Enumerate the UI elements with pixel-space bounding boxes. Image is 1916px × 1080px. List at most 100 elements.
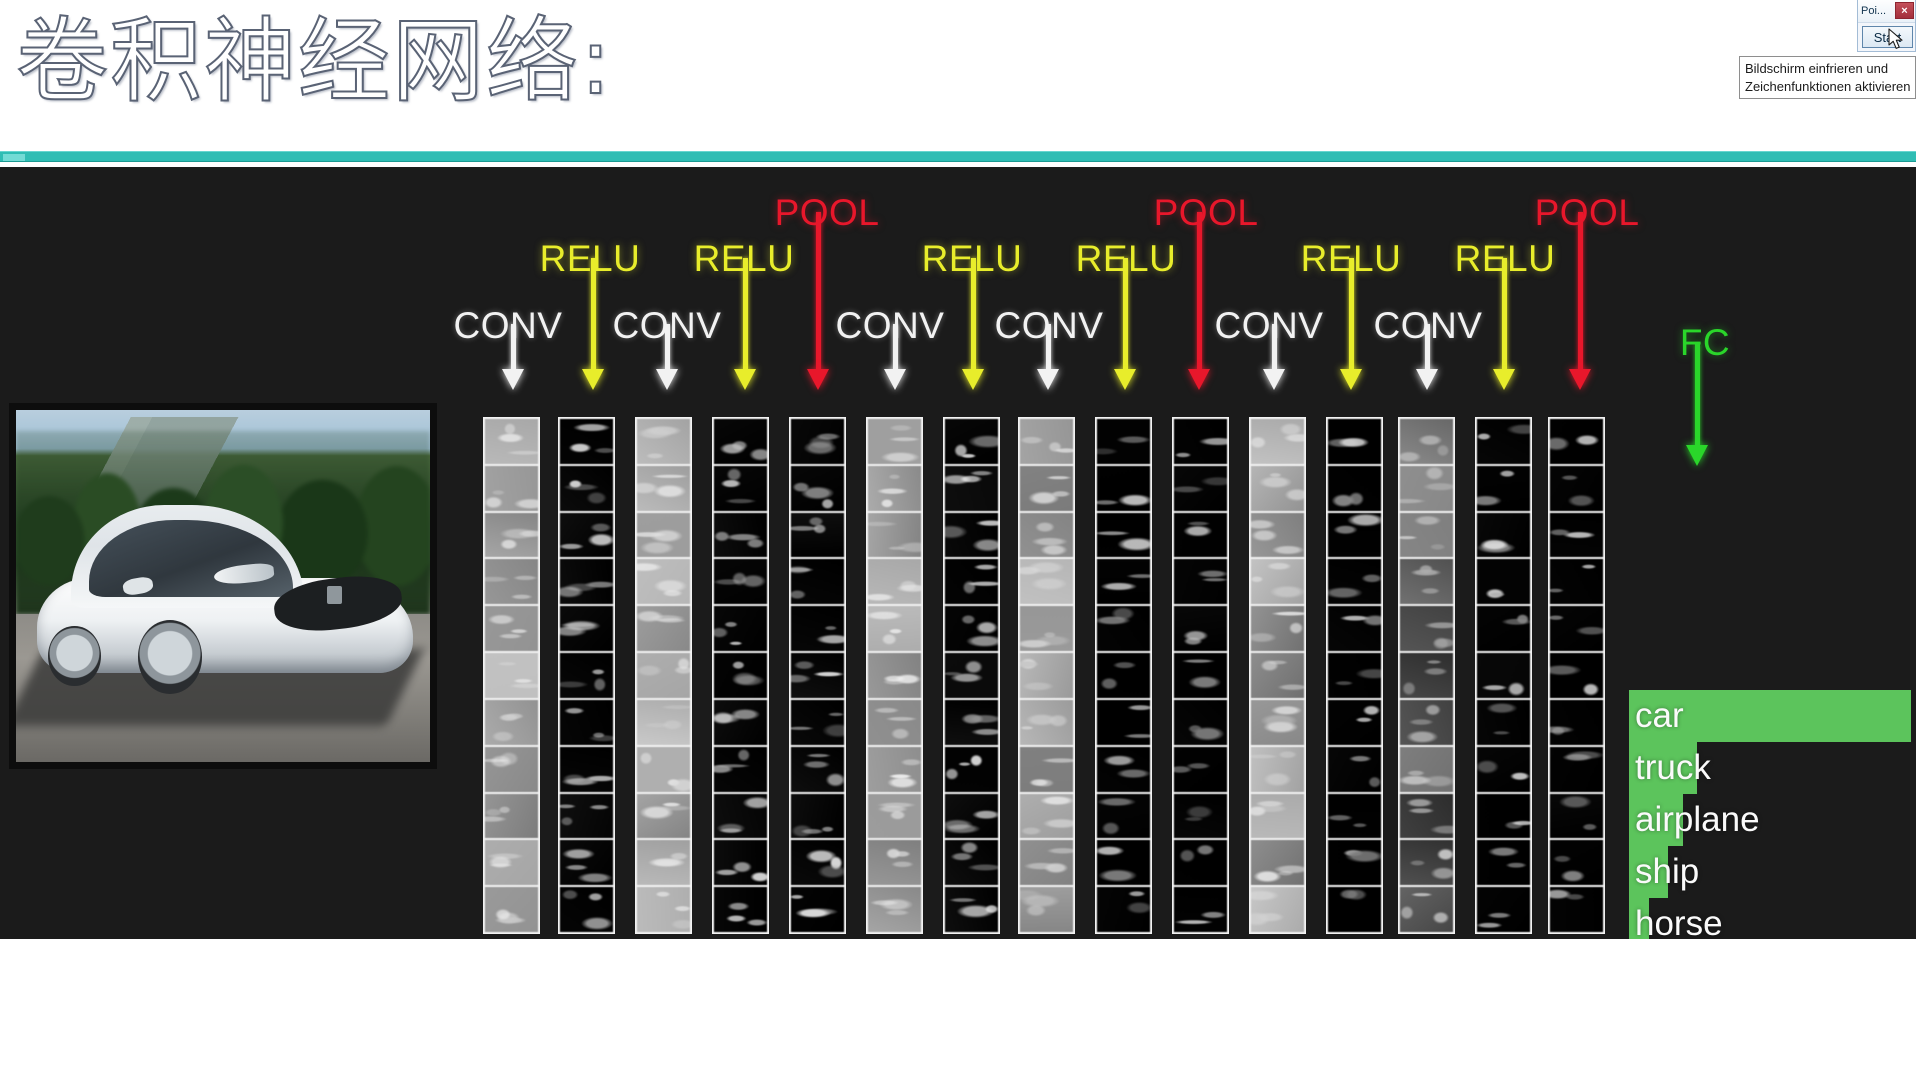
- feature-map-cell: [1328, 793, 1381, 839]
- classification-label: ship: [1635, 852, 1700, 891]
- feature-map-cell: [868, 840, 921, 886]
- classification-row: truck: [1629, 742, 1911, 794]
- feature-map-cell: [1328, 887, 1381, 932]
- feature-map-cell: [1550, 653, 1603, 698]
- feature-map-cell: [945, 840, 998, 886]
- classification-row: car: [1629, 690, 1911, 742]
- feature-map-cell: [560, 512, 613, 558]
- feature-map-cell: [868, 887, 921, 932]
- feature-map-cell: [560, 653, 613, 698]
- teal-divider: [0, 151, 1916, 162]
- photo-car: [36, 505, 414, 694]
- classification-row: ship: [1629, 846, 1911, 898]
- feature-map-cell: [1550, 419, 1603, 464]
- feature-map-cell: [791, 512, 844, 558]
- arrow-relu-13: [1493, 258, 1515, 390]
- feature-map-cell: [1477, 512, 1530, 558]
- feature-map-cell: [1477, 699, 1530, 745]
- feature-map-cell: [1174, 699, 1227, 745]
- feature-map-cell: [714, 606, 767, 652]
- tooltip-line-2: Zeichenfunktionen aktivieren: [1745, 78, 1911, 94]
- feature-map-cell: [868, 653, 921, 698]
- arrow-conv-7: [1037, 324, 1059, 390]
- arrow-conv-10: [1263, 324, 1285, 390]
- close-icon[interactable]: ×: [1895, 2, 1914, 19]
- feature-map-column: [1548, 417, 1605, 934]
- feature-map-cell: [1251, 746, 1304, 792]
- feature-map-cell: [868, 419, 921, 464]
- arrow-conv-12: [1416, 324, 1438, 390]
- feature-map-cell: [1400, 653, 1453, 698]
- pointer-tool-window[interactable]: Poi... × Start: [1857, 0, 1916, 52]
- feature-map-cell: [868, 512, 921, 558]
- feature-map-cell: [1097, 746, 1150, 792]
- feature-map-cell: [1020, 793, 1073, 839]
- pointer-tool-titlebar[interactable]: Poi... ×: [1858, 0, 1915, 23]
- arrow-pool-9: [1188, 212, 1210, 390]
- feature-map-cell: [1020, 887, 1073, 932]
- input-image-frame: [9, 403, 437, 769]
- feature-map-cell: [1174, 887, 1227, 932]
- classification-row: horse: [1629, 898, 1911, 939]
- feature-map-cell: [1477, 419, 1530, 464]
- feature-map-cell: [1328, 419, 1381, 464]
- feature-map-cell: [1020, 746, 1073, 792]
- feature-map-column: [712, 417, 769, 934]
- feature-map-cell: [868, 793, 921, 839]
- feature-map-cell: [945, 465, 998, 511]
- feature-map-cell: [791, 419, 844, 464]
- feature-map-cell: [560, 606, 613, 652]
- feature-map-cell: [637, 746, 690, 792]
- feature-map-cell: [791, 699, 844, 745]
- feature-map-cell: [1550, 465, 1603, 511]
- feature-map-cell: [1477, 653, 1530, 698]
- car-front-wheel: [138, 620, 203, 694]
- feature-map-column: [558, 417, 615, 934]
- feature-map-cell: [714, 653, 767, 698]
- feature-map-cell: [945, 653, 998, 698]
- feature-map-cell: [945, 419, 998, 464]
- feature-map-cell: [1174, 793, 1227, 839]
- car-rear-wheel: [47, 625, 101, 687]
- arrow-conv-5: [884, 324, 906, 390]
- feature-map-cell: [1020, 559, 1073, 605]
- classification-label: horse: [1635, 904, 1723, 939]
- feature-map-cell: [1251, 887, 1304, 932]
- feature-map-cell: [1251, 512, 1304, 558]
- arrow-relu-8: [1114, 258, 1136, 390]
- tooltip: Bildschirm einfrieren und Zeichenfunktio…: [1739, 56, 1916, 100]
- feature-map-column: [1018, 417, 1075, 934]
- feature-map-cell: [1174, 746, 1227, 792]
- feature-map-cell: [637, 840, 690, 886]
- feature-map-cell: [637, 465, 690, 511]
- feature-map-cell: [714, 887, 767, 932]
- feature-map-cell: [945, 699, 998, 745]
- feature-map-cell: [485, 465, 538, 511]
- feature-map-cell: [1097, 840, 1150, 886]
- feature-map-cell: [945, 559, 998, 605]
- feature-map-cell: [1400, 419, 1453, 464]
- feature-map-cell: [1020, 512, 1073, 558]
- arrow-relu-1: [582, 258, 604, 390]
- feature-map-cell: [485, 699, 538, 745]
- input-image-car-photo: [16, 410, 430, 762]
- feature-map-cell: [560, 793, 613, 839]
- feature-map-cell: [1550, 559, 1603, 605]
- feature-map-column: [1172, 417, 1229, 934]
- feature-map-cell: [485, 793, 538, 839]
- feature-map-column: [635, 417, 692, 934]
- feature-map-cell: [1251, 699, 1304, 745]
- feature-map-cell: [1400, 512, 1453, 558]
- slide-root: 卷积神经网络: CONV POOL CONV POOL CONV POOL FC…: [0, 0, 1916, 1080]
- feature-map-cell: [1020, 699, 1073, 745]
- feature-map-cell: [1477, 793, 1530, 839]
- feature-map-cell: [560, 746, 613, 792]
- feature-map-cell: [1400, 840, 1453, 886]
- feature-map-cell: [1400, 699, 1453, 745]
- feature-map-column: [1398, 417, 1455, 934]
- classification-label: truck: [1635, 748, 1711, 787]
- feature-map-cell: [1550, 887, 1603, 932]
- arrow-relu-3: [734, 258, 756, 390]
- feature-map-cell: [485, 559, 538, 605]
- feature-map-cell: [1328, 746, 1381, 792]
